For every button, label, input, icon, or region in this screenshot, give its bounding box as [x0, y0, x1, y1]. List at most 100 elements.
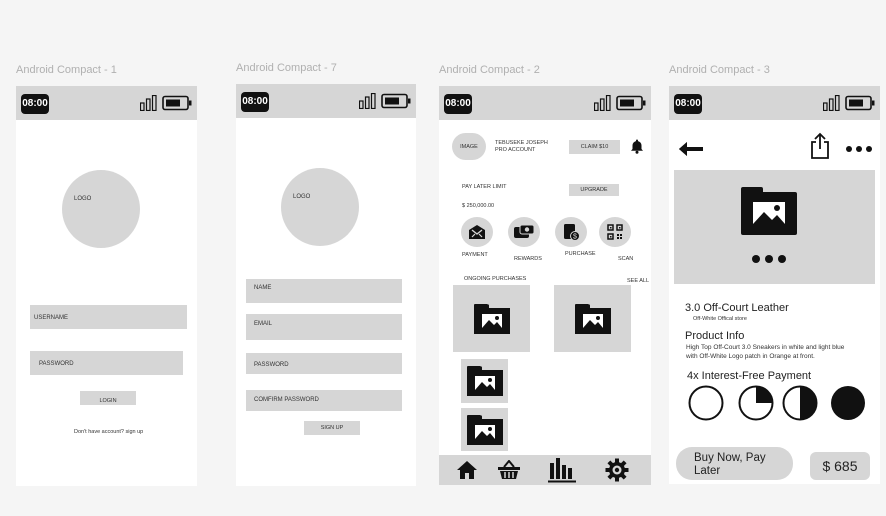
basket-icon[interactable] — [497, 460, 521, 480]
signal-icon — [594, 95, 611, 111]
product-info-text: High Top Off-Court 3.0 Sneakers in white… — [686, 344, 845, 351]
purchase-card[interactable] — [554, 285, 631, 352]
svg-text:$: $ — [573, 234, 577, 241]
signup-button[interactable]: SIGN UP — [304, 421, 360, 435]
scan-action[interactable] — [599, 217, 631, 247]
purchase-card[interactable] — [453, 285, 530, 352]
payment-action[interactable] — [461, 217, 493, 247]
status-bar: 08:00 — [439, 86, 651, 120]
bell-icon[interactable] — [630, 138, 644, 154]
login-screen: 08:00 LOGO USERNAME PASSWORD LOGIN Don't… — [16, 86, 197, 486]
payment-icon — [469, 225, 485, 239]
buy-now-pay-later-button[interactable]: Buy Now, Pay Later — [676, 447, 793, 480]
carousel-dots-icon[interactable] — [751, 254, 787, 264]
rewards-action[interactable] — [508, 217, 540, 247]
logo-text: LOGO — [293, 194, 311, 200]
avatar[interactable]: IMAGE — [452, 133, 486, 160]
image-icon — [741, 187, 797, 235]
product-screen: 08:00 3.0 Off-Court Leather Off-White Of… — [669, 86, 880, 484]
password-field[interactable]: PASSWORD — [30, 351, 183, 375]
battery-icon — [162, 95, 192, 111]
confirm-password-field[interactable]: COMFIRM PASSWORD — [246, 390, 402, 411]
rewards-icon — [514, 224, 535, 238]
confirm-password-label: COMFIRM PASSWORD — [254, 397, 319, 403]
product-image-carousel[interactable] — [674, 170, 875, 284]
back-arrow-icon[interactable] — [678, 141, 704, 157]
installment-3-icon — [782, 385, 818, 421]
more-icon[interactable] — [845, 145, 873, 153]
image-icon — [466, 366, 503, 396]
qr-scan-icon — [607, 224, 623, 240]
status-bar: 08:00 — [236, 84, 416, 118]
claim-button[interactable]: CLAIM $10 — [569, 140, 620, 154]
pay-later-amount: $ 250,000.00 — [462, 203, 495, 209]
signup-screen: 08:00 LOGO NAME EMAIL PASSWORD COMFIRM P… — [236, 84, 416, 486]
clock: 08:00 — [241, 92, 269, 112]
name-label: NAME — [254, 285, 272, 291]
action-label-rewards: REWARDS — [514, 256, 542, 262]
see-all-link[interactable]: SEE ALL — [627, 278, 649, 284]
upgrade-button-label: UPGRADE — [580, 187, 608, 193]
store-name: Off-White Offical store — [693, 316, 747, 322]
password-field[interactable]: PASSWORD — [246, 353, 402, 374]
login-button[interactable]: LOGIN — [80, 391, 136, 405]
upgrade-button[interactable]: UPGRADE — [569, 184, 619, 196]
signal-icon — [823, 95, 840, 111]
clock: 08:00 — [444, 94, 472, 114]
frame-label: Android Compact - 7 — [236, 62, 337, 74]
stats-icon[interactable] — [547, 457, 577, 483]
email-label: EMAIL — [254, 321, 273, 327]
status-bar: 08:00 — [16, 86, 197, 120]
user-name: TEBUSEKE JOSEPH — [495, 140, 548, 146]
account-type: PRO ACCOUNT — [495, 147, 536, 153]
signal-icon — [359, 93, 376, 109]
password-label: PASSWORD — [254, 362, 289, 368]
share-icon[interactable] — [809, 132, 831, 160]
clock: 08:00 — [21, 94, 49, 114]
home-screen: 08:00 IMAGE TEBUSEKE JOSEPH PRO ACCOUNT … — [439, 86, 651, 485]
purchase-action[interactable]: $ — [555, 217, 587, 247]
email-field[interactable]: EMAIL — [246, 314, 402, 340]
installment-4-icon — [831, 386, 865, 420]
signup-link[interactable]: Don't have account? sign up — [74, 429, 143, 435]
frame-label: Android Compact - 3 — [669, 64, 770, 76]
bottom-nav — [439, 455, 651, 485]
installment-2-icon — [738, 385, 774, 421]
logo-placeholder: LOGO — [62, 170, 140, 248]
home-icon[interactable] — [456, 460, 478, 480]
frame-label: Android Compact - 2 — [439, 64, 540, 76]
pay-later-label: PAY LATER LIMIT — [462, 184, 507, 190]
ongoing-purchases-label: ONGOING PURCHASES — [464, 276, 527, 282]
name-field[interactable]: NAME — [246, 279, 402, 303]
product-info-text: with Off-White Logo patch in Orange at f… — [686, 353, 815, 360]
login-button-label: LOGIN — [99, 398, 117, 404]
installments-heading: 4x Interest-Free Payment — [687, 370, 812, 382]
action-label-payment: PAYMENT — [462, 252, 488, 258]
username-field[interactable]: USERNAME — [30, 305, 187, 329]
image-icon — [574, 303, 611, 334]
settings-icon[interactable] — [605, 458, 629, 482]
product-info-heading: Product Info — [685, 330, 745, 342]
signup-button-label: SIGN UP — [320, 425, 344, 431]
action-label-scan: SCAN — [618, 256, 634, 262]
username-label: USERNAME — [34, 315, 69, 321]
image-icon — [466, 414, 503, 445]
status-bar: 08:00 — [669, 86, 880, 120]
frame-label: Android Compact - 1 — [16, 64, 117, 76]
installment-1-icon — [688, 385, 724, 421]
purchase-card[interactable] — [461, 359, 508, 403]
clock: 08:00 — [674, 94, 702, 114]
price-tag: $ 685 — [810, 452, 870, 480]
image-icon — [473, 303, 510, 334]
battery-icon — [381, 93, 411, 109]
logo-text: LOGO — [74, 196, 92, 202]
battery-icon — [616, 95, 646, 111]
price: $ 685 — [822, 458, 858, 474]
product-title: 3.0 Off-Court Leather — [685, 302, 789, 314]
battery-icon — [845, 95, 875, 111]
buy-now-label: Buy Now, Pay Later — [694, 452, 766, 477]
action-label-purchase: PURCHASE — [565, 251, 596, 257]
purchase-card[interactable] — [461, 408, 508, 451]
logo-placeholder: LOGO — [281, 168, 359, 246]
signal-icon — [140, 95, 157, 111]
